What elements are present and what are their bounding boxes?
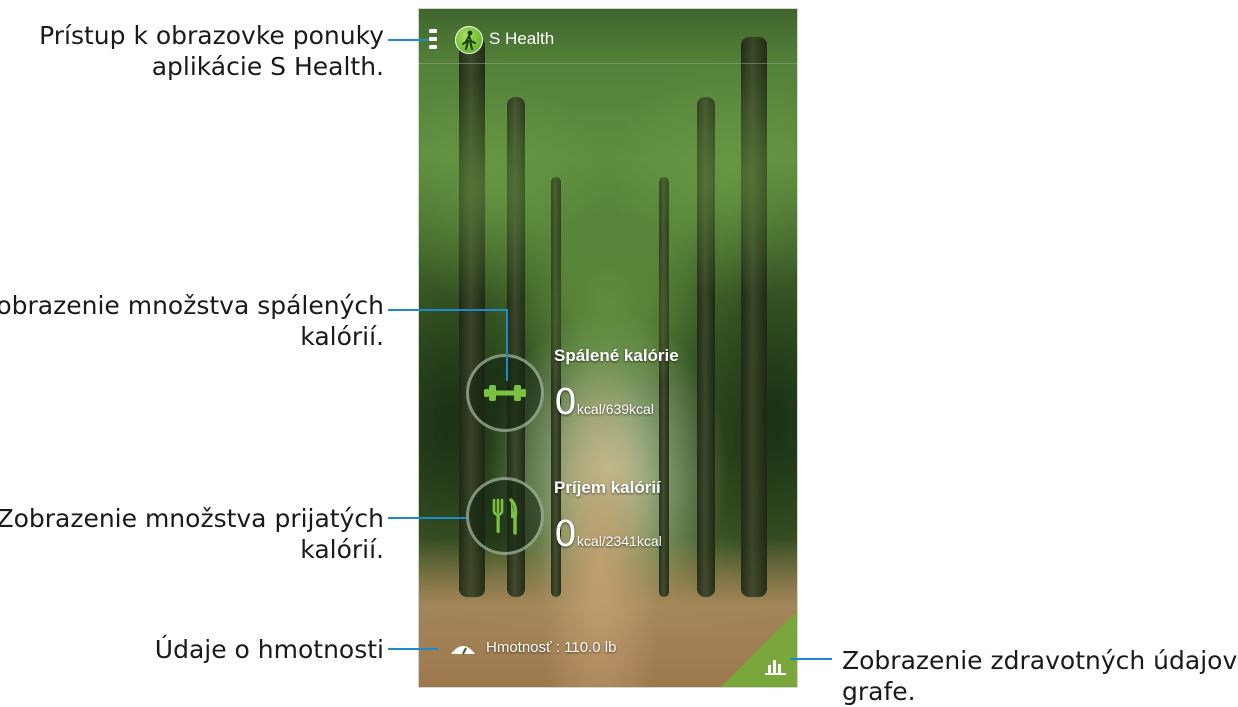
leader-line	[506, 309, 508, 381]
burned-calories-button[interactable]	[466, 354, 544, 432]
callout-graph: Zobrazenie zdravotných údajov na grafe.	[842, 646, 1238, 706]
burned-calories-title: Spálené kalórie	[554, 346, 679, 365]
phone-screen: S Health Spálené kalórie 0kcal/639kcal P…	[418, 8, 798, 688]
callout-burned: Zobrazenie množstva spálených kalórií.	[0, 291, 384, 351]
bar-chart-icon	[765, 660, 786, 675]
intake-calories-button[interactable]	[466, 477, 544, 555]
leader-line	[388, 309, 508, 311]
app-bar: S Health	[419, 9, 797, 64]
fork-knife-icon	[492, 498, 518, 535]
menu-icon[interactable]	[429, 29, 437, 49]
dumbbell-icon	[484, 385, 526, 401]
callout-weight: Údaje o hmotnosti	[154, 635, 384, 664]
graph-button[interactable]	[721, 611, 797, 687]
leader-line	[388, 648, 438, 650]
weight-label: Hmotnosť : 110.0 lb	[486, 639, 617, 656]
leader-line	[790, 658, 832, 660]
foliage	[519, 209, 699, 409]
callout-menu: Prístup k obrazovke ponuky aplikácie S H…	[39, 21, 384, 81]
s-health-logo-icon	[455, 26, 483, 54]
scale-icon	[451, 646, 475, 655]
callout-intake: Zobrazenie množstva prijatých kalórií.	[0, 504, 384, 564]
leader-line	[388, 39, 429, 41]
burned-calories-value: 0kcal/639kcal	[554, 382, 654, 423]
leader-line	[388, 517, 466, 519]
intake-calories-title: Príjem kalórií	[554, 478, 661, 497]
app-title: S Health	[489, 29, 555, 48]
intake-calories-value: 0kcal/2341kcal	[554, 514, 662, 555]
